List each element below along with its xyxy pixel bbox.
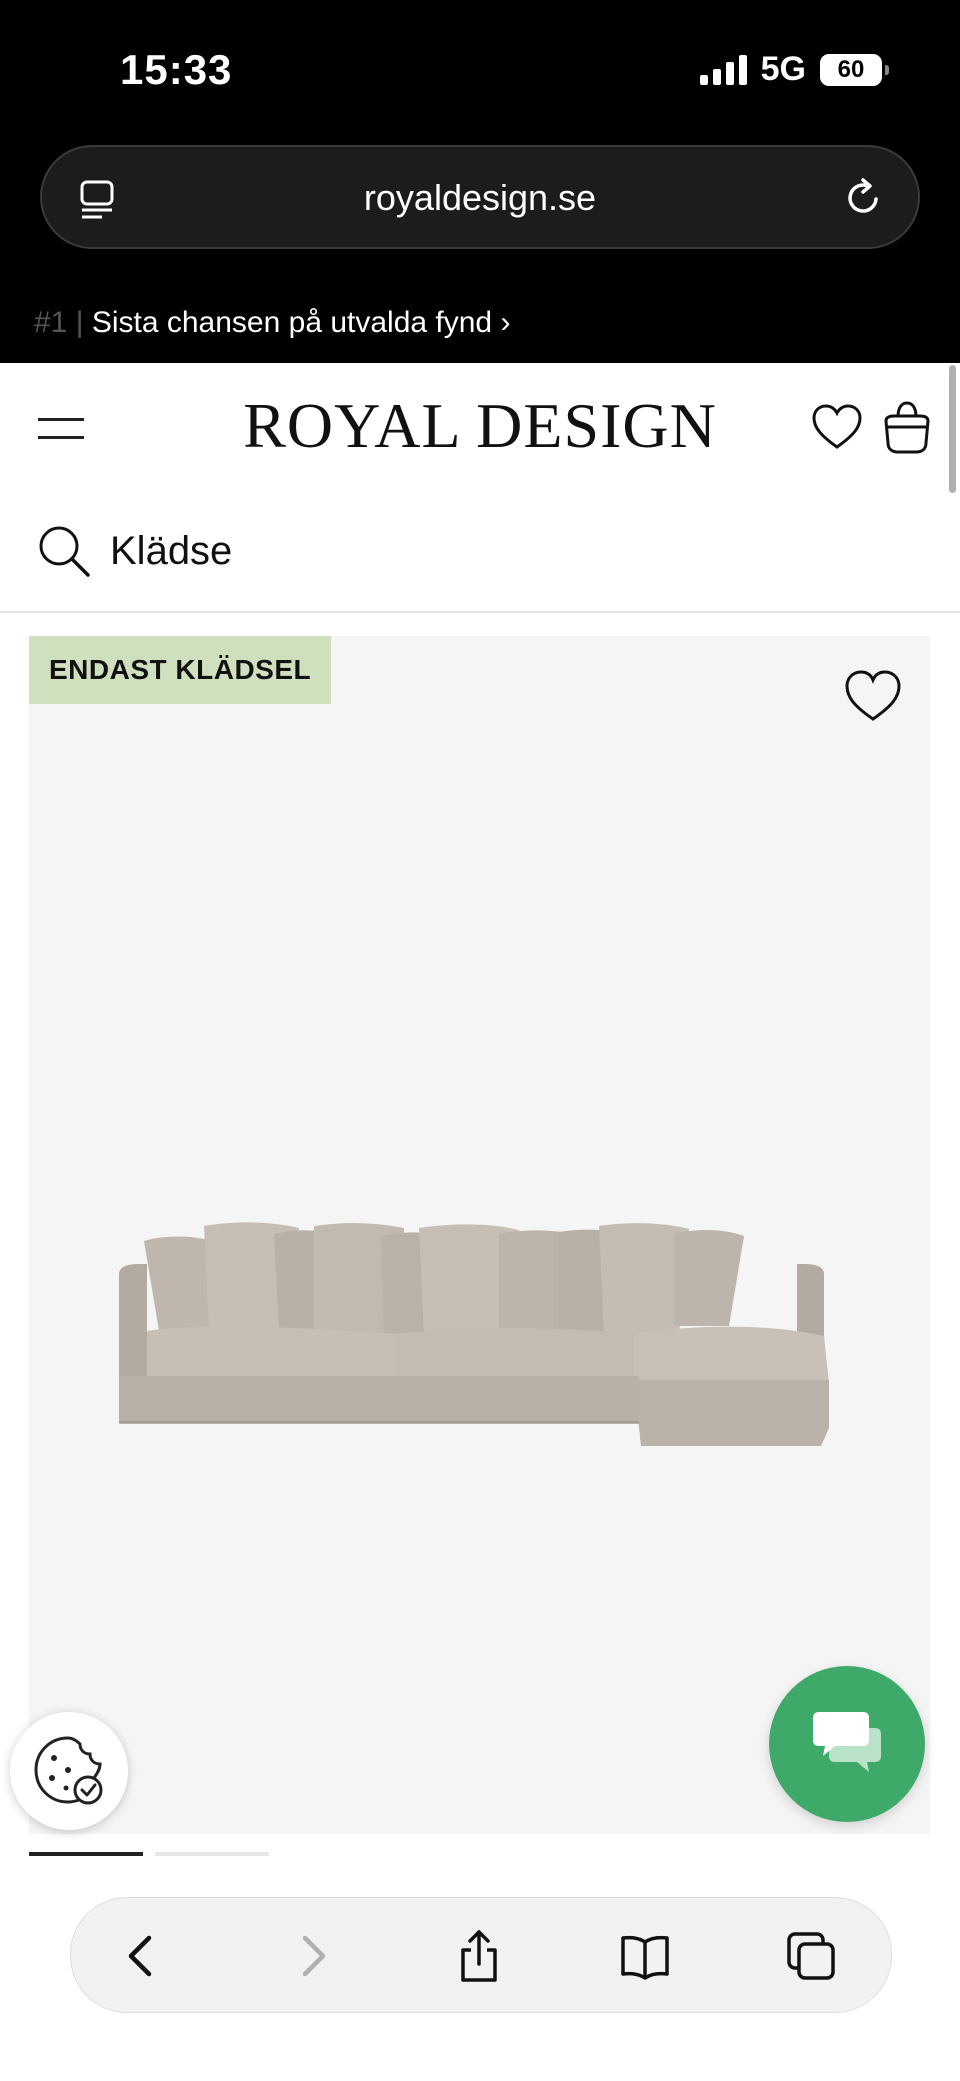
promo-text[interactable]: Sista chansen på utvalda fynd [92,306,492,339]
url-bar[interactable]: royaldesign.se [40,145,920,249]
status-time: 15:33 [120,46,233,93]
product-badge: ENDAST KLÄDSEL [29,636,332,704]
search-icon [39,526,90,577]
product-card[interactable]: ENDAST KLÄDSEL [29,636,930,1834]
search-input[interactable] [108,515,812,587]
chat-icon [813,1712,881,1772]
site-header: ROYAL DESIGN [0,363,960,495]
url-text[interactable]: royaldesign.se [42,177,918,219]
bag-icon[interactable] [882,399,932,455]
scrollbar[interactable] [949,365,956,493]
status-indicators: 5G 60 [699,50,889,89]
carousel-dot[interactable] [29,1852,143,1856]
chevron-right-icon: › [500,306,511,339]
carousel-dot[interactable] [155,1852,269,1856]
back-icon[interactable] [115,1928,171,1984]
promo-prefix: #1 | [34,306,92,339]
signal-icon [699,54,747,85]
promo-banner[interactable]: #1 | Sista chansen på utvalda fynd › [34,306,510,340]
product-image-sofa[interactable] [89,1166,899,1466]
browser-toolbar [70,1897,892,2013]
battery-icon: 60 [820,53,889,86]
share-icon[interactable] [451,1928,507,1984]
bookmarks-icon[interactable] [617,1928,673,1984]
carousel-indicators [29,1852,269,1856]
tabs-icon[interactable] [783,1928,839,1984]
reload-icon[interactable] [840,175,886,221]
network-label: 5G [760,50,806,88]
heart-icon[interactable] [810,401,864,455]
cookie-settings-button[interactable] [10,1712,128,1830]
wishlist-heart-icon[interactable] [842,666,904,728]
chat-button[interactable] [769,1666,925,1822]
browser-chrome: 15:33 5G 60 royaldesign.se #1 | Sista ch… [0,0,960,363]
cookie-icon [34,1736,103,1805]
forward-icon[interactable] [283,1928,339,1984]
search-bar [0,493,960,613]
